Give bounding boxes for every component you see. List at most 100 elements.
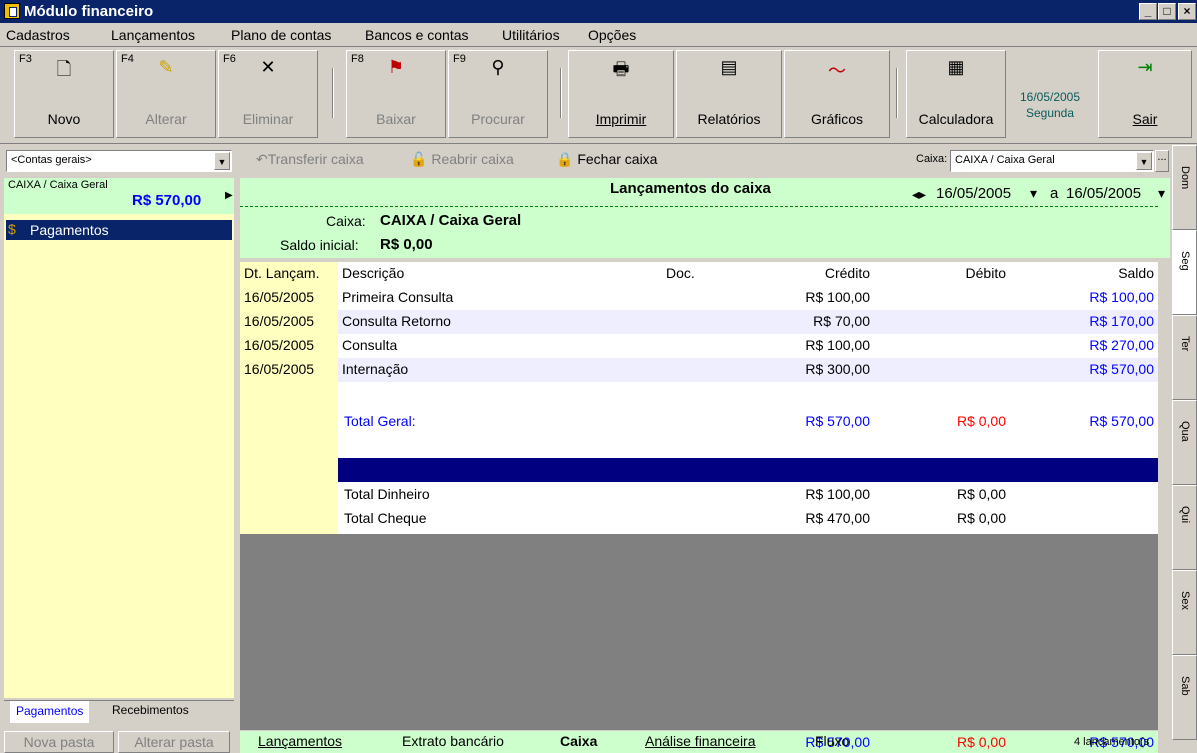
printer-icon: 🖶 — [612, 59, 630, 79]
calculadora-button[interactable]: ▦ Calculadora — [906, 50, 1006, 138]
chevron-down-icon[interactable]: ▾ — [1030, 185, 1037, 202]
selected-row-bar[interactable] — [338, 458, 1158, 482]
fechar-caixa-button[interactable]: 🔒 Fechar caixa — [556, 151, 657, 168]
app-icon — [4, 3, 20, 19]
accounts-combo-value: <Contas gerais> — [11, 154, 92, 166]
col-credito[interactable]: Crédito — [820, 265, 870, 281]
transferir-caixa-button[interactable]: ↶Transferir caixa — [256, 151, 364, 168]
table-row[interactable]: 16/05/2005 Internação R$ 300,00 R$ 570,00 — [240, 358, 1158, 382]
chevron-down-icon[interactable]: ▼ — [214, 152, 230, 170]
status-count: 4 lancamento(s — [1074, 736, 1150, 748]
tab-caixa[interactable]: Caixa — [560, 733, 597, 749]
menu-lancamentos[interactable]: Lançamentos — [111, 27, 195, 43]
total-cheque-row: Total Cheque R$ 470,00 R$ 0,00 — [240, 507, 1158, 531]
weekday-tab[interactable]: Sab — [1172, 655, 1197, 740]
tree-item-pagamentos[interactable]: $ Pagamentos — [6, 220, 232, 240]
col-saldo[interactable]: Saldo — [1080, 265, 1154, 281]
col-date[interactable]: Dt. Lançam. — [244, 265, 319, 281]
cell-desc: Primeira Consulta — [342, 289, 454, 305]
novo-button[interactable]: F3 🗋 Novo — [14, 50, 114, 138]
table-row[interactable]: 16/05/2005 Consulta R$ 100,00 R$ 270,00 — [240, 334, 1158, 358]
imprimir-button[interactable]: 🖶 Imprimir — [568, 50, 674, 138]
procurar-button[interactable]: F9 ⚲ Procurar — [448, 50, 548, 138]
saldo-inicial-value: R$ 0,00 — [380, 236, 433, 253]
menu-cadastros[interactable]: Cadastros — [6, 27, 70, 43]
account-balance: R$ 570,00 — [132, 192, 202, 209]
left-tabs: Pagamentos Recebimentos — [4, 700, 234, 724]
menu-opcoes[interactable]: Opções — [588, 27, 636, 43]
minimize-button[interactable]: _ — [1139, 3, 1157, 20]
tab-lan-amentos[interactable]: Lançamentos — [258, 733, 342, 749]
tab-pagamentos[interactable]: Pagamentos — [10, 701, 90, 723]
account-summary[interactable]: CAIXA / Caixa Geral R$ 570,00 ▶ — [4, 178, 234, 214]
toolbar: F3 🗋 Novo F4 ✎ Alterar F6 ✕ Eliminar F8 … — [0, 48, 1197, 144]
table-row[interactable]: 16/05/2005 Consulta Retorno R$ 70,00 R$ 170… — [240, 310, 1158, 334]
alterar-pasta-button[interactable]: Alterar pasta — [118, 731, 230, 753]
caixa-select[interactable]: CAIXA / Caixa Geral ▼ — [950, 150, 1154, 172]
cell-saldo: R$ 170,00 — [1089, 313, 1154, 329]
baixar-button[interactable]: F8 ⚑ Baixar — [346, 50, 446, 138]
new-document-icon: 🗋 — [56, 59, 72, 79]
col-debito[interactable]: Débito — [956, 265, 1006, 281]
table-row[interactable]: 16/05/2005 Primeira Consulta R$ 100,00 R$ 1… — [240, 286, 1158, 310]
tab-extrato-banc-rio[interactable]: Extrato bancário — [402, 733, 504, 749]
col-doc[interactable]: Doc. — [666, 265, 695, 281]
cell-credit: R$ 100,00 — [805, 289, 870, 305]
weekday-tab[interactable]: Qua — [1172, 400, 1197, 485]
weekday-tab[interactable]: Seg — [1172, 230, 1197, 315]
chevron-down-icon[interactable]: ▾ — [1158, 185, 1165, 202]
total-cheque-debit: R$ 0,00 — [956, 510, 1006, 526]
cell-desc: Consulta — [342, 337, 398, 353]
calculator-icon: ▦ — [947, 57, 965, 77]
tab-fluxo[interactable]: Fluxo — [815, 733, 849, 749]
tab-an-lise-financeira[interactable]: Análise financeira — [645, 733, 756, 749]
accounts-combo[interactable]: <Contas gerais> ▼ — [6, 150, 232, 172]
binoculars-icon: ⚲ — [491, 57, 505, 77]
weekday-tab[interactable]: Dom — [1172, 145, 1197, 230]
weekday-tab[interactable]: Ter — [1172, 315, 1197, 400]
menu-bancos-e-contas[interactable]: Bancos e contas — [365, 27, 469, 43]
weekday-label: Seg — [1179, 251, 1191, 271]
total-geral-saldo: R$ 570,00 — [1089, 413, 1154, 429]
caixa-info-label: Caixa: — [326, 213, 366, 229]
eliminar-button[interactable]: F6 ✕ Eliminar — [218, 50, 318, 138]
weekday-tab[interactable]: Qui — [1172, 485, 1197, 570]
cell-date: 16/05/2005 — [244, 289, 315, 305]
row-bg — [338, 358, 1158, 382]
tree-item-label: Pagamentos — [30, 222, 109, 238]
date-nav-icon[interactable]: ◂▸ — [912, 186, 926, 203]
exit-icon: ⇥ — [1137, 57, 1153, 77]
menu-utilitarios[interactable]: Utilitários — [502, 27, 560, 43]
toolbar-separator — [560, 68, 562, 118]
total-dinheiro-debit: R$ 0,00 — [956, 486, 1006, 502]
nova-pasta-button[interactable]: Nova pasta — [4, 731, 114, 753]
relatorios-button[interactable]: ▤ Relatórios — [676, 50, 782, 138]
alterar-button[interactable]: F4 ✎ Alterar — [116, 50, 216, 138]
sair-button[interactable]: ⇥ Sair — [1098, 50, 1192, 138]
novo-label: Novo — [47, 111, 81, 127]
date-from[interactable]: 16/05/2005 — [936, 185, 1011, 202]
current-date: 16/05/2005 — [1019, 90, 1081, 104]
weekday-label: Sex — [1179, 591, 1191, 610]
col-descricao[interactable]: Descrição — [342, 265, 404, 281]
relatorios-label: Relatórios — [697, 111, 761, 127]
menu-plano-de-contas[interactable]: Plano de contas — [231, 27, 331, 43]
toolbar-separator — [332, 68, 334, 118]
date-to[interactable]: 16/05/2005 — [1066, 185, 1141, 202]
flag-icon: ⚑ — [387, 57, 405, 77]
window-title: Módulo financeiro — [24, 3, 154, 20]
cell-credit: R$ 100,00 — [805, 337, 870, 353]
reabrir-caixa-button[interactable]: 🔓 Reabrir caixa — [410, 151, 514, 168]
graficos-button[interactable]: 〜 Gráficos — [784, 50, 890, 138]
total-geral-label: Total Geral: — [344, 413, 416, 429]
folder-tree: $ Pagamentos — [4, 214, 234, 698]
header-title: Lançamentos do caixa — [610, 180, 771, 197]
chevron-down-icon[interactable]: ▼ — [1136, 152, 1152, 170]
close-button[interactable]: × — [1178, 3, 1196, 20]
more-button[interactable]: ... — [1155, 150, 1169, 172]
tab-recebimentos[interactable]: Recebimentos — [112, 703, 189, 717]
imprimir-label: Imprimir — [595, 111, 647, 127]
current-weekday: Segunda — [1025, 106, 1075, 120]
maximize-button[interactable]: □ — [1158, 3, 1176, 20]
weekday-tab[interactable]: Sex — [1172, 570, 1197, 655]
